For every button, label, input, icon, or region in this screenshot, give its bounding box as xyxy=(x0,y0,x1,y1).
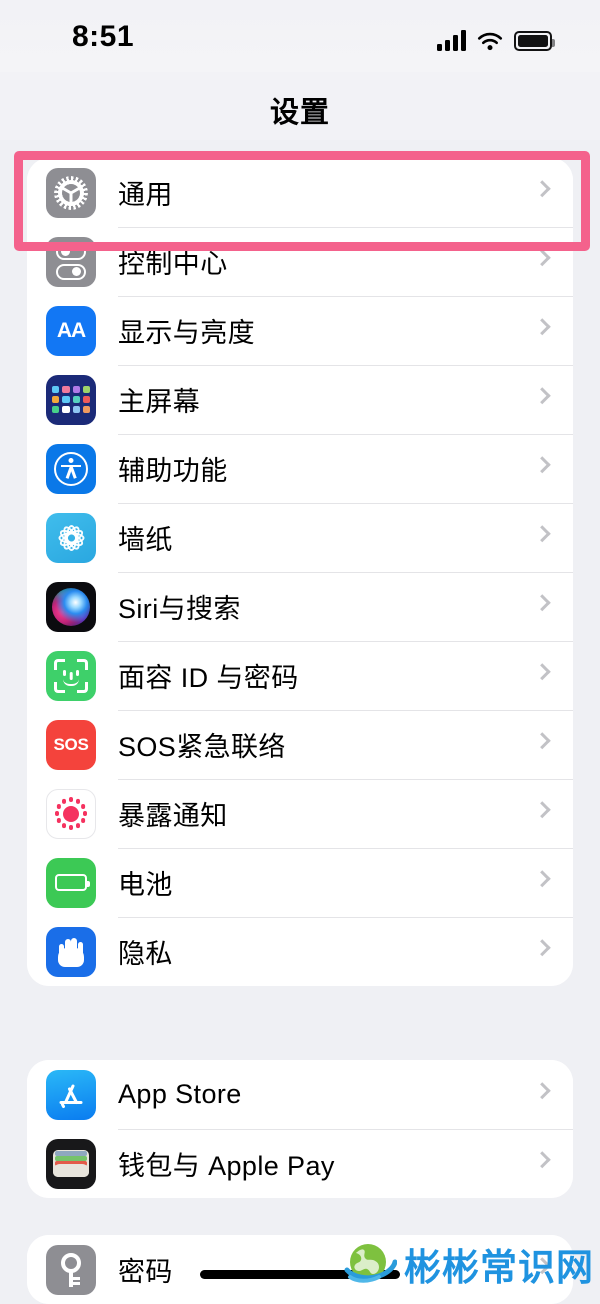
wifi-icon xyxy=(477,31,503,51)
settings-row-label: 辅助功能 xyxy=(118,456,228,486)
app-store-glyph xyxy=(59,1084,83,1108)
settings-row-label: 密码 xyxy=(118,1257,173,1287)
chevron-right-icon xyxy=(533,524,551,542)
exposure-dot xyxy=(61,799,67,804)
chevron-right-icon xyxy=(533,869,551,887)
wallpaper-flower-icon xyxy=(46,512,96,563)
settings-row-label: 钱包与 Apple Pay xyxy=(118,1151,335,1181)
row-separator xyxy=(118,1129,573,1130)
chevron-right-icon xyxy=(533,179,551,197)
settings-row-emergency-sos[interactable]: SOS SOS紧急联络 xyxy=(27,710,573,779)
page-title: 设置 xyxy=(269,97,330,129)
settings-row-label: 显示与亮度 xyxy=(118,318,255,348)
row-separator xyxy=(118,434,573,435)
settings-row-display-brightness[interactable]: AA 显示与亮度 xyxy=(27,296,573,365)
chevron-right-icon xyxy=(533,386,551,404)
settings-row-label: 隐私 xyxy=(118,939,173,969)
status-bar: 8:51 xyxy=(0,0,600,72)
app-store-icon xyxy=(46,1069,96,1120)
chevron-right-icon xyxy=(533,1081,551,1099)
display-brightness-aa-icon: AA xyxy=(46,305,96,356)
chevron-right-icon xyxy=(533,662,551,680)
chevron-right-icon xyxy=(533,1150,551,1168)
battery-green-icon xyxy=(46,857,96,908)
row-separator xyxy=(118,710,573,711)
privacy-hand-icon xyxy=(46,926,96,977)
settings-row-wallpaper[interactable]: 墙纸 xyxy=(27,503,573,572)
row-separator xyxy=(118,848,573,849)
settings-row-exposure-notifications[interactable]: 暴露通知 xyxy=(27,779,573,848)
chevron-right-icon xyxy=(533,248,551,266)
globe-icon xyxy=(341,1236,398,1292)
settings-scroll-view[interactable]: 通用 控制中心 AA 显示与亮度 主屏幕 辅助功能 墙纸 Siri与搜索 面容 … xyxy=(0,140,600,1304)
exposure-dot xyxy=(82,811,88,816)
cellular-signal-icon xyxy=(437,30,466,51)
battery-icon xyxy=(514,31,555,51)
settings-row-wallet-apple-pay[interactable]: 钱包与 Apple Pay xyxy=(27,1129,573,1198)
wallet-icon xyxy=(46,1138,96,1189)
settings-row-label: 暴露通知 xyxy=(118,801,228,831)
chevron-right-icon xyxy=(533,731,551,749)
settings-row-privacy[interactable]: 隐私 xyxy=(27,917,573,986)
settings-row-face-id[interactable]: 面容 ID 与密码 xyxy=(27,641,573,710)
settings-row-label: 墙纸 xyxy=(118,525,173,555)
exposure-dot xyxy=(68,825,74,830)
settings-row-battery[interactable]: 电池 xyxy=(27,848,573,917)
exposure-notification-icon xyxy=(46,788,96,839)
control-center-icon xyxy=(46,236,96,287)
sos-icon: SOS xyxy=(46,719,96,770)
settings-group-store: App Store 钱包与 Apple Pay xyxy=(27,1060,573,1198)
chevron-right-icon xyxy=(533,455,551,473)
settings-row-label: 控制中心 xyxy=(118,249,228,279)
settings-row-label: 电池 xyxy=(118,870,173,900)
exposure-dot xyxy=(56,804,62,809)
settings-row-label: 主屏幕 xyxy=(118,387,201,417)
row-separator xyxy=(118,227,573,228)
exposure-dot xyxy=(61,823,67,828)
gear-icon xyxy=(46,167,96,218)
row-separator xyxy=(118,365,573,366)
status-bar-time: 8:51 xyxy=(72,20,135,53)
exposure-dot xyxy=(75,799,81,804)
settings-row-label: 通用 xyxy=(118,180,173,210)
row-separator xyxy=(118,572,573,573)
exposure-dot xyxy=(56,818,62,823)
settings-row-label: App Store xyxy=(118,1079,242,1109)
face-id-icon xyxy=(46,650,96,701)
exposure-dot xyxy=(54,811,60,816)
chevron-right-icon xyxy=(533,938,551,956)
row-separator xyxy=(118,503,573,504)
settings-group-system: 通用 控制中心 AA 显示与亮度 主屏幕 辅助功能 墙纸 Siri与搜索 面容 … xyxy=(27,158,573,986)
exposure-dot xyxy=(75,823,81,828)
settings-row-label: SOS紧急联络 xyxy=(118,732,286,762)
settings-row-home-screen[interactable]: 主屏幕 xyxy=(27,365,573,434)
settings-row-app-store[interactable]: App Store xyxy=(27,1060,573,1129)
settings-row-general[interactable]: 通用 xyxy=(27,158,573,227)
watermark: 彬彬常识网 xyxy=(341,1236,594,1292)
settings-row-accessibility[interactable]: 辅助功能 xyxy=(27,434,573,503)
settings-row-control-center[interactable]: 控制中心 xyxy=(27,227,573,296)
status-bar-indicators xyxy=(437,25,555,51)
settings-row-siri-search[interactable]: Siri与搜索 xyxy=(27,572,573,641)
row-separator xyxy=(118,779,573,780)
row-separator xyxy=(118,296,573,297)
watermark-text: 彬彬常识网 xyxy=(404,1246,594,1289)
row-separator xyxy=(118,641,573,642)
accessibility-icon xyxy=(46,443,96,494)
exposure-dot xyxy=(80,818,86,823)
chevron-right-icon xyxy=(533,800,551,818)
exposure-dot xyxy=(68,797,74,802)
siri-orb-icon xyxy=(46,581,96,632)
home-screen-grid-icon xyxy=(46,374,96,425)
exposure-dot xyxy=(80,804,86,809)
navigation-bar: 设置 xyxy=(0,72,600,140)
settings-row-label: Siri与搜索 xyxy=(118,594,241,624)
row-separator xyxy=(118,917,573,918)
chevron-right-icon xyxy=(533,317,551,335)
key-icon xyxy=(46,1244,96,1295)
chevron-right-icon xyxy=(533,593,551,611)
settings-row-label: 面容 ID 与密码 xyxy=(118,663,299,693)
